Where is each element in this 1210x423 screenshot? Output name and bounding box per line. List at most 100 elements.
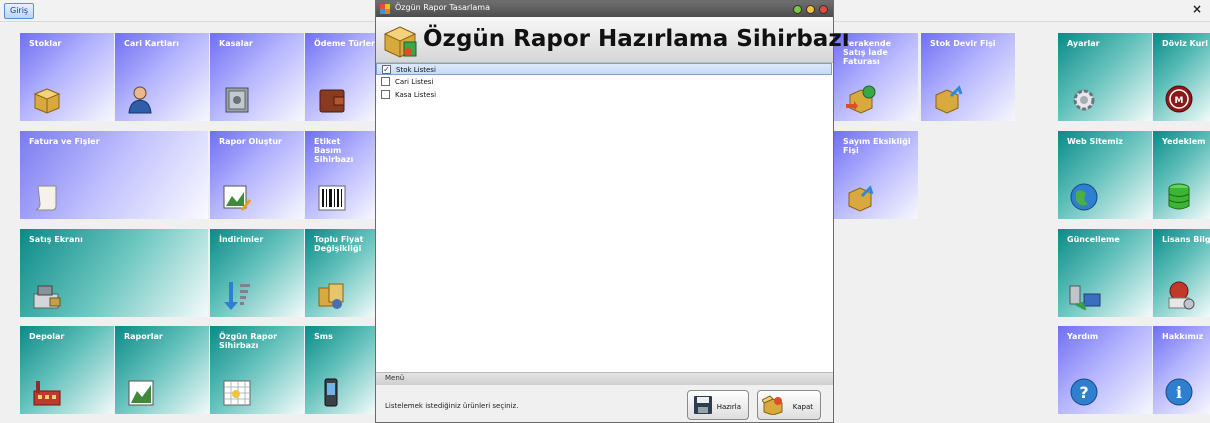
price-tags-icon — [318, 283, 344, 309]
tile-guncelleme[interactable]: Güncelleme — [1058, 229, 1152, 317]
wallet-icon — [319, 89, 345, 113]
report-image-icon — [223, 185, 252, 211]
tile-label: Ayarlar — [1067, 39, 1100, 48]
dialog-header-title: Özgün Rapor Hazırlama Sihirbazı — [423, 26, 850, 52]
box-count-icon — [848, 185, 874, 212]
sort-descending-icon — [224, 282, 250, 310]
tile-label: Web Sitemiz — [1067, 137, 1123, 146]
report-wizard-dialog: Özgün Rapor Tasarlama Özgün Rapor Hazırl… — [375, 0, 850, 423]
dialog-title-bar[interactable]: Özgün Rapor Tasarlama — [376, 1, 833, 17]
tile-label: Kasalar — [219, 39, 253, 48]
open-box-icon — [762, 395, 783, 415]
tile-label: Yardım — [1067, 332, 1099, 341]
prepare-button-label: Hazırla — [716, 403, 741, 411]
tile-sms[interactable]: Sms — [305, 326, 375, 414]
tile-label: Raporlar — [124, 332, 163, 341]
tile-hakkimizda[interactable]: Hakkımız i — [1153, 326, 1210, 414]
user-icon — [128, 86, 152, 114]
report-list: ✓ Stok Listesi Cari Listesi Kasa Listesi — [376, 63, 833, 372]
floppy-disk-icon — [694, 396, 712, 414]
tile-stoklar[interactable]: Stoklar — [20, 33, 114, 121]
list-item-label: Cari Listesi — [395, 78, 434, 86]
globe-icon — [1070, 183, 1098, 211]
tile-label: Etiket Basım Sihirbazı — [314, 137, 354, 164]
tile-label: Cari Kartları — [124, 39, 179, 48]
tile-label: Rapor Oluştur — [219, 137, 282, 146]
cash-register-icon — [33, 285, 61, 309]
tile-label: Döviz Kurl — [1162, 39, 1208, 48]
checkbox[interactable] — [381, 90, 390, 99]
svg-text:?: ? — [1079, 383, 1088, 402]
close-icon[interactable]: × — [1192, 2, 1202, 16]
tile-etiket-basim[interactable]: Etiket Basım Sihirbazı — [305, 131, 375, 219]
tile-label: Stoklar — [29, 39, 62, 48]
tile-label: Özgün Rapor Sihirbazı — [219, 332, 278, 350]
tile-label: Satış Ekranı — [29, 235, 83, 244]
tile-lisans-bilgileri[interactable]: Lisans Bilg — [1153, 229, 1210, 317]
tile-odeme-turleri[interactable]: Ödeme Türleri — [305, 33, 375, 121]
dialog-footer: Listelemek istediğiniz ürünleri seçiniz.… — [376, 385, 833, 422]
tile-yedekleme[interactable]: Yedeklem — [1153, 131, 1210, 219]
close-button-label: Kapat — [792, 403, 813, 411]
info-icon: i — [1165, 378, 1193, 406]
menu-label: Menü — [385, 374, 405, 382]
close-button[interactable]: Kapat — [757, 390, 821, 420]
prepare-button[interactable]: Hazırla — [687, 390, 749, 420]
box-transfer-icon — [935, 85, 963, 114]
tile-kasalar[interactable]: Kasalar — [210, 33, 304, 121]
close-window-icon[interactable] — [819, 5, 828, 14]
barcode-icon — [318, 185, 346, 211]
tile-label: Hakkımız — [1162, 332, 1204, 341]
tile-rapor-olustur[interactable]: Rapor Oluştur — [210, 131, 304, 219]
tile-web-sitemiz[interactable]: Web Sitemiz — [1058, 131, 1152, 219]
tile-doviz-kurlari[interactable]: Döviz Kurl M — [1153, 33, 1210, 121]
tile-label: Sms — [314, 332, 333, 341]
dialog-window-title: Özgün Rapor Tasarlama — [395, 3, 490, 12]
safe-icon — [225, 87, 249, 113]
tile-label: Ödeme Türleri — [314, 39, 375, 48]
tile-satis-ekrani[interactable]: Satış Ekranı — [20, 229, 208, 317]
svg-text:i: i — [1176, 383, 1182, 402]
tile-cari-kartlari[interactable]: Cari Kartları — [115, 33, 209, 121]
menu-bar[interactable]: Menü — [376, 372, 833, 385]
picture-icon — [128, 380, 154, 406]
list-item-stok-listesi[interactable]: ✓ Stok Listesi — [376, 63, 832, 75]
checkbox[interactable] — [381, 77, 390, 86]
database-icon — [1168, 183, 1190, 210]
gear-icon — [1073, 89, 1095, 111]
tile-label: Yedeklem — [1162, 137, 1206, 146]
restore-icon[interactable] — [793, 5, 802, 14]
tile-indirimler[interactable]: İndirimler — [210, 229, 304, 317]
tile-label: Sayım Eksikliği Fişi — [843, 137, 911, 155]
list-item-label: Kasa Listesi — [395, 91, 437, 99]
tab-giris[interactable]: Giriş — [4, 3, 35, 19]
computer-update-icon — [1069, 285, 1101, 310]
list-item-kasa-listesi[interactable]: Kasa Listesi — [376, 89, 832, 101]
tile-yardim[interactable]: Yardım ? — [1058, 326, 1152, 414]
tile-ayarlar[interactable]: Ayarlar — [1058, 33, 1152, 121]
tile-depolar[interactable]: Depolar — [20, 326, 114, 414]
box-return-icon — [846, 85, 876, 114]
dialog-header: Özgün Rapor Hazırlama Sihirbazı — [376, 17, 850, 63]
minimize-icon[interactable] — [806, 5, 815, 14]
list-item-cari-listesi[interactable]: Cari Listesi — [376, 76, 832, 88]
central-bank-logo-icon: M — [1165, 85, 1193, 113]
tile-raporlar[interactable]: Raporlar — [115, 326, 209, 414]
tile-ozgun-rapor-sihirbazi[interactable]: Özgün Rapor Sihirbazı — [210, 326, 304, 414]
tile-stok-devir-fisi[interactable]: Stok Devir Fişi — [921, 33, 1015, 121]
svg-text:M: M — [1175, 96, 1184, 106]
tile-toplu-fiyat[interactable]: Toplu Fiyat Değişikliği — [305, 229, 375, 317]
tile-label: Lisans Bilg — [1162, 235, 1210, 244]
tile-fatura-ve-fisler[interactable]: Fatura ve Fişler — [20, 131, 208, 219]
factory-icon — [33, 381, 61, 406]
help-icon: ? — [1070, 378, 1098, 406]
tile-label: Perakende Satış İade Faturası — [843, 39, 892, 66]
box-icon — [33, 88, 61, 114]
list-item-label: Stok Listesi — [396, 66, 436, 74]
tile-sayim-eksikligi[interactable]: Sayım Eksikliği Fişi — [834, 131, 918, 219]
tile-label: Stok Devir Fişi — [930, 39, 996, 48]
scroll-icon — [35, 185, 57, 211]
checkbox-checked[interactable]: ✓ — [382, 65, 391, 74]
tile-label: Toplu Fiyat Değişikliği — [314, 235, 364, 253]
app-icon — [380, 4, 390, 14]
